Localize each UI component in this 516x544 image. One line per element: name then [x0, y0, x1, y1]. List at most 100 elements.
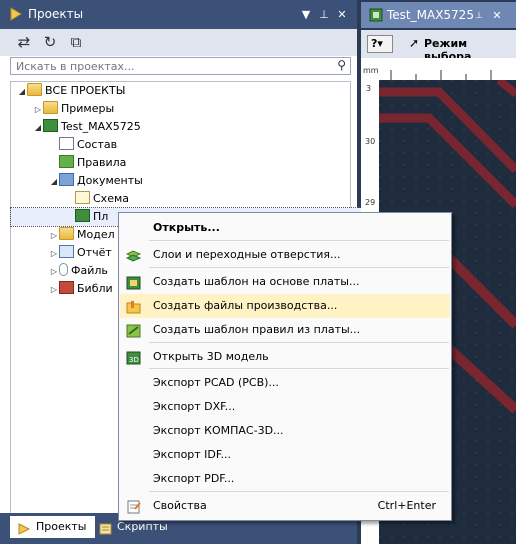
context-menu-item[interactable]: Создать шаблон правил из платы... [120, 318, 450, 342]
context-menu-item[interactable]: 3D Открыть 3D модель [120, 345, 450, 369]
menu-item-label: Экспорт IDF... [153, 448, 231, 461]
context-menu-item[interactable]: Слои и переходные отверстия... [120, 243, 450, 267]
context-menu-item[interactable]: Свойства Ctrl+Enter [120, 494, 450, 518]
refresh-icon[interactable]: ↻ [39, 31, 61, 53]
tree-expander-icon[interactable]: ▷ [49, 281, 59, 299]
sync-icon[interactable]: ⇄ [13, 31, 35, 53]
ruler-top-ticks [390, 70, 492, 80]
tab-pin-icon[interactable]: ⊥ [472, 9, 486, 23]
context-menu-item[interactable]: Экспорт IDF... [120, 443, 450, 467]
menu-separator [149, 342, 449, 343]
list-icon [59, 137, 74, 150]
tab-scripts-label: Скрипты [117, 520, 168, 533]
collapse-all-icon[interactable]: ⧉ [65, 31, 87, 53]
folder-icon [43, 101, 58, 114]
menu-item-label: Экспорт PCAD (PCB)... [153, 376, 279, 389]
tree-expander-icon[interactable]: ◢ [17, 83, 27, 101]
tree-item-label: Файль [71, 264, 108, 277]
ruler-unit: mm [363, 66, 379, 75]
tree-item-label: Test_MAX5725 [61, 120, 141, 133]
documents-icon [59, 173, 74, 186]
projects-panel-titlebar: Проекты ▼ ⊥ ✕ [0, 0, 357, 29]
context-menu-item[interactable]: Экспорт DXF... [120, 395, 450, 419]
editor-toolbar: ?▾ ➚ Режим выбора [361, 30, 516, 63]
folder-icon [59, 227, 74, 240]
menu-item-label: Экспорт КОМПАС-3D... [153, 424, 284, 437]
tree-item-label: Состав [77, 138, 118, 151]
tree-item[interactable]: Правила [11, 154, 350, 172]
board-doc-icon [369, 8, 383, 22]
board-icon [43, 119, 58, 132]
dropdown-arrow-icon[interactable]: ▼ [299, 8, 313, 22]
menu-separator [149, 491, 449, 492]
tab-close-icon[interactable]: ✕ [490, 9, 504, 23]
scripts-tab-icon [99, 521, 112, 535]
properties-icon [126, 499, 141, 514]
tree-item-label: Документы [77, 174, 143, 187]
production-files-icon [126, 299, 141, 314]
schematic-icon [75, 191, 90, 204]
menu-item-label: Создать файлы производства... [153, 299, 338, 312]
search-box[interactable]: ⚲ [10, 57, 351, 75]
tree-item[interactable]: ◢ Test_MAX5725 [11, 118, 350, 136]
context-menu: Открыть... Слои и переходные отверстия...… [118, 212, 452, 521]
board-icon [75, 209, 90, 222]
tree-expander-icon[interactable]: ▷ [49, 227, 59, 245]
3d-model-icon: 3D [126, 350, 141, 365]
help-cursor-button[interactable]: ?▾ [367, 35, 393, 53]
tree-item[interactable]: Схема [11, 190, 350, 208]
tree-item-label: Пл [93, 210, 109, 223]
folder-icon [27, 83, 42, 96]
pin-icon[interactable]: ⊥ [317, 8, 331, 22]
search-input[interactable] [11, 58, 316, 74]
svg-text:3D: 3D [129, 356, 139, 364]
projects-toolbar: ⇄ ↻ ⧉ [0, 29, 357, 56]
tab-projects[interactable]: Проекты [10, 516, 95, 538]
tree-expander-icon[interactable]: ◢ [33, 119, 43, 137]
ruler-left-number: 29 [365, 198, 376, 207]
select-mode-icon[interactable]: ➚ [409, 36, 419, 50]
menu-item-shortcut: Ctrl+Enter [377, 499, 436, 512]
tree-expander-icon[interactable]: ◢ [49, 173, 59, 191]
close-icon[interactable]: ✕ [335, 8, 349, 22]
search-icon[interactable]: ⚲ [337, 58, 346, 72]
template-icon [126, 275, 141, 290]
context-menu-item[interactable]: Экспорт PCAD (PCB)... [120, 371, 450, 395]
context-menu-item[interactable]: Создать файлы производства... [120, 294, 450, 318]
menu-item-label: Слои и переходные отверстия... [153, 248, 341, 261]
ruler-left-number: 30 [365, 137, 376, 146]
report-icon [59, 245, 74, 258]
menu-item-label: Свойства [153, 499, 207, 512]
context-menu-item[interactable]: Экспорт КОМПАС-3D... [120, 419, 450, 443]
tree-item-label: Библи [77, 282, 113, 295]
context-menu-item[interactable]: Экспорт PDF... [120, 467, 450, 491]
menu-separator [149, 240, 449, 241]
rules-icon [59, 155, 74, 168]
tree-item-label: Модел [77, 228, 115, 241]
tree-expander-icon[interactable]: ▷ [49, 245, 59, 263]
tree-expander-icon[interactable]: ▷ [49, 263, 59, 281]
menu-item-label: Экспорт PDF... [153, 472, 235, 485]
tree-item-label: Правила [77, 156, 127, 169]
menu-item-label: Открыть... [153, 221, 220, 234]
menu-item-label: Создать шаблон правил из платы... [153, 323, 361, 336]
menu-item-label: Открыть 3D модель [153, 350, 269, 363]
menu-separator [149, 267, 449, 268]
tree-item[interactable]: ◢ Документы [11, 172, 350, 190]
tree-item-label: Отчёт [77, 246, 112, 259]
menu-item-label: Экспорт DXF... [153, 400, 236, 413]
layers-icon [125, 248, 142, 262]
rules-template-icon [126, 323, 141, 338]
tree-item[interactable]: ◢ ВСЕ ПРОЕКТЫ [11, 82, 350, 100]
context-menu-item[interactable]: Открыть... [120, 216, 450, 240]
context-menu-item[interactable]: Создать шаблон на основе платы... [120, 270, 450, 294]
tree-expander-icon[interactable]: ▷ [33, 101, 43, 119]
projects-panel-icon [9, 7, 23, 21]
editor-tab-title: Test_MAX5725 [387, 8, 474, 22]
tab-projects-label: Проекты [36, 520, 87, 533]
ruler-left-number: 3 [366, 84, 372, 93]
tree-item[interactable]: ▷ Примеры [11, 100, 350, 118]
tree-item-label: Схема [93, 192, 129, 205]
tree-item[interactable]: Состав [11, 136, 350, 154]
editor-tab[interactable]: Test_MAX5725 ⊥ ✕ [361, 2, 516, 28]
